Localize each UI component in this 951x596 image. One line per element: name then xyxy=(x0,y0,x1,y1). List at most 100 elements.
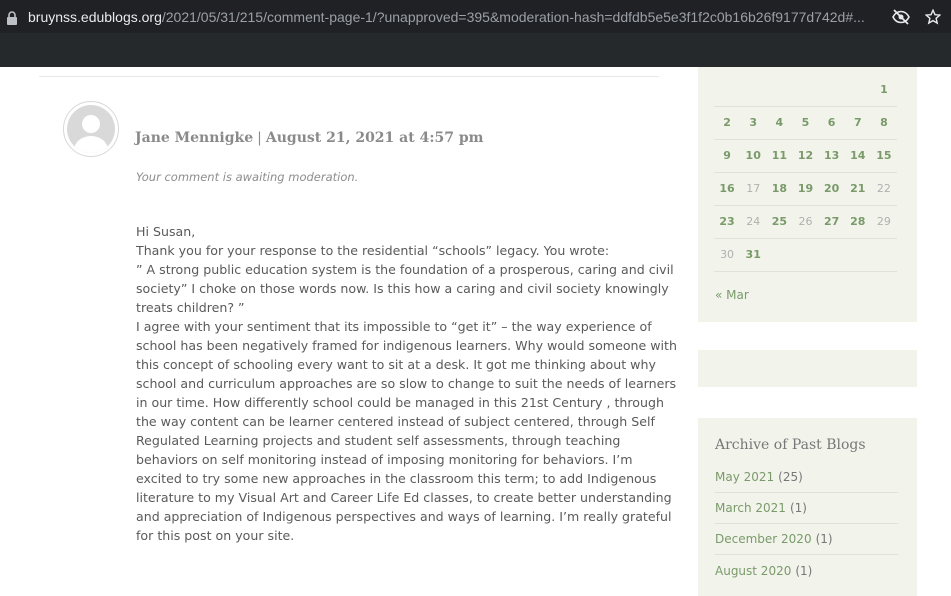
comment-line: excited to try some new approaches in th… xyxy=(136,471,657,486)
archive-title: Archive of Past Blogs xyxy=(715,437,866,453)
comment-line: treats children? ” xyxy=(136,300,245,315)
calendar-empty-cell xyxy=(740,73,767,107)
calendar-day[interactable]: 27 xyxy=(818,205,845,239)
blank-widget xyxy=(698,350,917,387)
calendar-empty-cell xyxy=(766,238,793,272)
archive-item: December 2020 (1) xyxy=(715,524,898,555)
avatar xyxy=(63,101,119,157)
comment-line: this concept of schooling every want to … xyxy=(136,357,656,372)
calendar-empty-cell xyxy=(792,238,819,272)
calendar-empty-cell xyxy=(792,73,819,107)
archive-item: August 2020 (1) xyxy=(715,555,898,586)
archive-link[interactable]: May 2021 xyxy=(715,470,774,484)
comment-line: school and curriculum approaches are so … xyxy=(136,376,677,391)
calendar-day[interactable]: 31 xyxy=(740,238,767,272)
calendar-day[interactable]: 12 xyxy=(792,139,819,173)
calendar-day[interactable]: 21 xyxy=(844,172,871,206)
comment-date[interactable]: August 21, 2021 at 4:57 pm xyxy=(266,130,484,146)
calendar-empty-cell xyxy=(818,238,845,272)
site-header-strip xyxy=(0,33,951,67)
calendar-day[interactable]: 1 xyxy=(870,73,897,107)
calendar-empty-cell xyxy=(844,73,871,107)
meta-separator: | xyxy=(257,130,262,146)
calendar-week: 23 24 25 26 27 28 29 xyxy=(714,205,897,239)
calendar-day: 17 xyxy=(740,172,767,206)
calendar-day: 29 xyxy=(870,205,897,239)
calendar-widget: 1 2 3 4 5 6 7 8 9 10 11 12 13 14 15 16 17 18 19 20 21 22 23 24 2… xyxy=(698,67,917,322)
calendar-day[interactable]: 13 xyxy=(818,139,845,173)
lock-icon[interactable] xyxy=(6,10,18,25)
star-icon[interactable] xyxy=(923,7,943,27)
calendar-day[interactable]: 28 xyxy=(844,205,871,239)
comment-line: school has been negatively framed for in… xyxy=(136,338,677,353)
archive-widget: Archive of Past Blogs May 2021 (25) March … xyxy=(698,418,917,596)
archive-item: May 2021 (25) xyxy=(715,462,898,493)
calendar-day[interactable]: 5 xyxy=(792,106,819,140)
comment-line: society” I choke on those words now. Is … xyxy=(136,281,669,296)
archive-list: May 2021 (25) March 2021 (1) December 2020 (1… xyxy=(715,462,898,586)
calendar-day[interactable]: 25 xyxy=(766,205,793,239)
comment-author: Jane Mennigke xyxy=(135,130,254,146)
calendar-table: 1 2 3 4 5 6 7 8 9 10 11 12 13 14 15 16 17 18 19 20 21 22 23 24 2… xyxy=(714,73,897,272)
archive-link[interactable]: December 2020 xyxy=(715,532,812,546)
calendar-prev-link[interactable]: « Mar xyxy=(715,288,749,302)
calendar-day[interactable]: 3 xyxy=(740,106,767,140)
calendar-day[interactable]: 4 xyxy=(766,106,793,140)
calendar-week: 2345678 xyxy=(714,106,897,140)
calendar-day[interactable]: 19 xyxy=(792,172,819,206)
archive-count: (1) xyxy=(789,501,807,515)
calendar-day[interactable]: 11 xyxy=(766,139,793,173)
calendar-empty-cell xyxy=(818,73,845,107)
default-avatar-icon xyxy=(67,105,115,153)
calendar-day[interactable]: 20 xyxy=(818,172,845,206)
comment-line: literature to my Visual Art and Career L… xyxy=(136,490,672,505)
address-bar: bruynss.edublogs.org/2021/05/31/215/comm… xyxy=(0,0,951,33)
calendar-week: 1 xyxy=(714,73,897,107)
calendar-day[interactable]: 7 xyxy=(844,106,871,140)
comment-line: ” A strong public education system is th… xyxy=(136,262,674,277)
calendar-day[interactable]: 8 xyxy=(870,106,897,140)
moderation-notice: Your comment is awaiting moderation. xyxy=(136,170,359,184)
comment-line: the way content can be learner centered … xyxy=(136,414,655,429)
archive-count: (1) xyxy=(795,563,813,578)
archive-count: (1) xyxy=(815,532,833,546)
calendar-week: 30 31 xyxy=(714,238,897,272)
comment-line: for this post on your site. xyxy=(136,528,295,543)
url-host: bruynss.edublogs.org xyxy=(28,8,162,25)
calendar-empty-cell xyxy=(870,238,897,272)
calendar-day[interactable]: 10 xyxy=(740,139,767,173)
url-field[interactable]: bruynss.edublogs.org/2021/05/31/215/comm… xyxy=(28,9,879,25)
calendar-day[interactable]: 2 xyxy=(714,106,741,140)
calendar-day[interactable]: 14 xyxy=(844,139,871,173)
comment-body: Hi Susan, Thank you for your response to … xyxy=(136,222,677,545)
calendar-day: 26 xyxy=(792,205,819,239)
calendar-day[interactable]: 6 xyxy=(818,106,845,140)
calendar-day: 24 xyxy=(740,205,767,239)
eye-slash-icon[interactable] xyxy=(891,7,911,27)
archive-link[interactable]: March 2021 xyxy=(715,501,786,515)
comment-line: I agree with your sentiment that its imp… xyxy=(136,319,652,334)
comment-meta: Jane Mennigke | August 21, 2021 at 4:57 pm xyxy=(135,130,483,146)
calendar-empty-cell xyxy=(844,238,871,272)
calendar-day: 30 xyxy=(714,238,741,272)
calendar-week: 16 17 18 19 20 21 22 xyxy=(714,172,897,206)
archive-count: (25) xyxy=(778,470,803,484)
url-path: /2021/05/31/215/comment-page-1/?unapprov… xyxy=(161,8,865,25)
calendar-day[interactable]: 23 xyxy=(714,205,741,239)
divider xyxy=(39,76,659,77)
calendar-day[interactable]: 16 xyxy=(714,172,741,206)
comment-line: and appreciation of Indigenous perspecti… xyxy=(136,509,672,524)
calendar-empty-cell xyxy=(766,73,793,107)
archive-item: March 2021 (1) xyxy=(715,493,898,524)
calendar-day[interactable]: 15 xyxy=(870,139,897,173)
comment-line: in our time. How differently school coul… xyxy=(136,395,664,410)
comment-area: Jane Mennigke | August 21, 2021 at 4:57 pm… xyxy=(0,67,680,596)
calendar-day[interactable]: 9 xyxy=(714,139,741,173)
calendar-empty-cell xyxy=(714,73,741,107)
comment-line: behaviors on self monitoring instead of … xyxy=(136,452,633,467)
calendar-day[interactable]: 18 xyxy=(766,172,793,206)
calendar-day: 22 xyxy=(870,172,897,206)
archive-link[interactable]: August 2020 xyxy=(715,564,791,578)
comment-line: Regulated Learning projects and student … xyxy=(136,433,621,448)
comment-line: Hi Susan, xyxy=(136,224,196,239)
